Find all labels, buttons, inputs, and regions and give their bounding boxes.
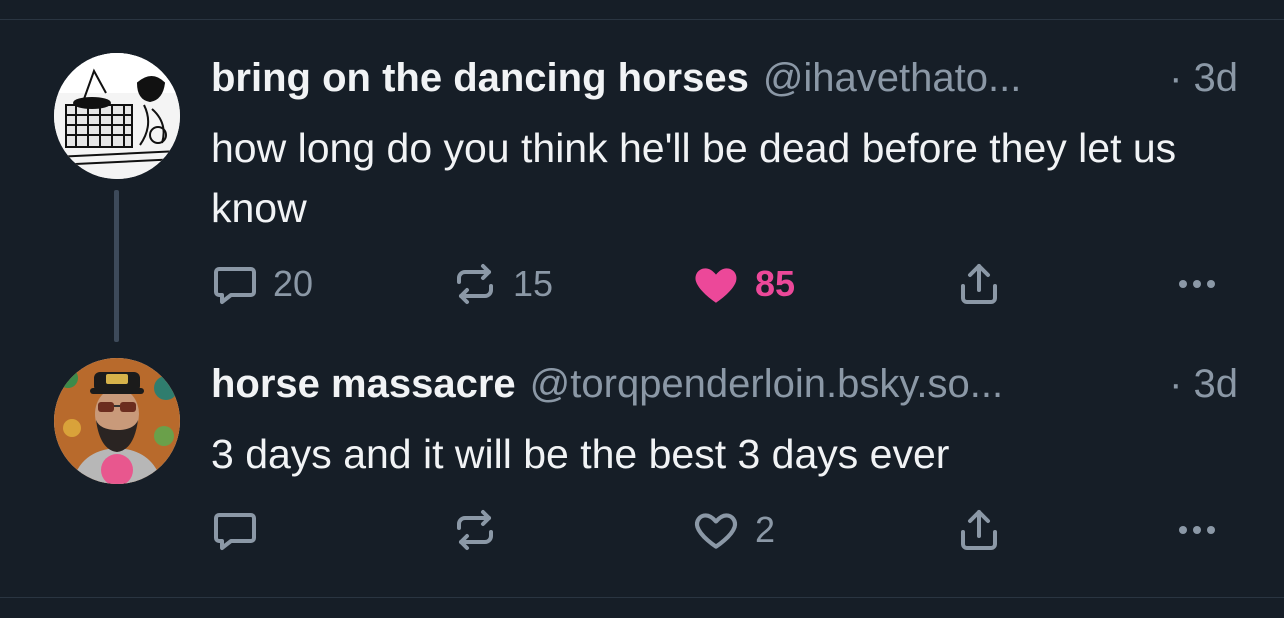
like-button[interactable]: 85 xyxy=(691,258,795,310)
reply-icon xyxy=(214,513,256,550)
handle[interactable]: @torqpenderloin.bsky.so... xyxy=(530,362,1003,407)
post-actions: 2 xyxy=(211,504,1241,556)
top-divider xyxy=(0,19,1284,20)
timestamp[interactable]: · 3d xyxy=(1145,362,1238,407)
display-name[interactable]: bring on the dancing horses xyxy=(211,56,749,101)
display-name[interactable]: horse massacre xyxy=(211,362,516,407)
share-icon xyxy=(961,264,997,304)
reply-button[interactable] xyxy=(211,504,273,556)
repost-icon xyxy=(457,510,493,550)
more-options-button[interactable] xyxy=(1173,504,1221,556)
like-button[interactable]: 2 xyxy=(691,504,775,556)
avatar[interactable] xyxy=(54,358,180,484)
thread-line xyxy=(114,190,119,342)
like-count: 2 xyxy=(755,509,776,550)
post-header: horse massacre @torqpenderloin.bsky.so..… xyxy=(211,358,1238,410)
repost-icon xyxy=(457,264,493,304)
heart-filled-icon xyxy=(695,268,737,303)
post-actions: 20 15 85 xyxy=(211,258,1241,310)
timestamp[interactable]: · 3d xyxy=(1145,56,1238,101)
like-count: 85 xyxy=(755,263,796,304)
bottom-divider xyxy=(0,597,1284,598)
share-button[interactable] xyxy=(955,504,1003,556)
share-button[interactable] xyxy=(955,258,1003,310)
ellipsis-icon xyxy=(1179,526,1215,534)
reply-icon xyxy=(214,267,256,304)
reply-count: 20 xyxy=(273,263,314,304)
ellipsis-icon xyxy=(1179,280,1215,288)
repost-button[interactable] xyxy=(451,504,513,556)
repost-count: 15 xyxy=(513,263,554,304)
post-header: bring on the dancing horses @ihavethato.… xyxy=(211,52,1238,104)
heart-outline-icon xyxy=(694,513,738,549)
share-icon xyxy=(961,510,997,550)
more-options-button[interactable] xyxy=(1173,258,1221,310)
reply-button[interactable]: 20 xyxy=(211,258,313,310)
repost-button[interactable]: 15 xyxy=(451,258,553,310)
post-text: 3 days and it will be the best 3 days ev… xyxy=(211,431,950,477)
handle[interactable]: @ihavethato... xyxy=(763,56,1022,101)
avatar-cartoon-image xyxy=(54,53,180,179)
post-text: how long do you think he'll be dead befo… xyxy=(211,125,1177,231)
avatar[interactable] xyxy=(54,53,180,179)
avatar-photo-image xyxy=(54,358,180,484)
